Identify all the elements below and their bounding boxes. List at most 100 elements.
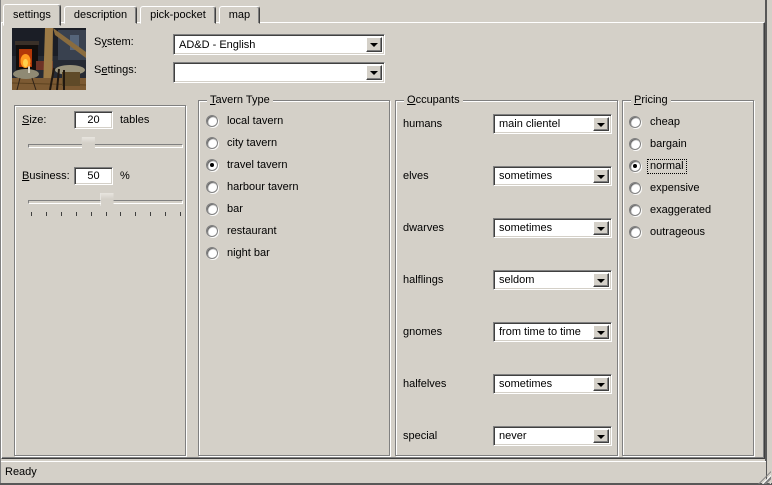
radio-icon (629, 182, 641, 194)
size-groupbox (14, 105, 186, 456)
tavern-type-groupbox-title: Tavern Type (207, 94, 273, 107)
tavern-type-option-label: harbour tavern (227, 180, 299, 193)
slider-tick (135, 212, 137, 216)
slider-tick (165, 212, 167, 216)
settings-combobox[interactable] (173, 62, 385, 83)
tavern-type-option-label: city tavern (227, 136, 278, 149)
status-text: Ready (5, 466, 37, 478)
pricing-option-label: exaggerated (650, 203, 712, 216)
radio-dot-icon (633, 164, 637, 168)
slider-tick (60, 212, 62, 216)
slider-tick (150, 212, 152, 216)
occupant-combobox-value: sometimes (497, 378, 592, 390)
occupant-combobox-value: sometimes (497, 222, 592, 234)
business-unit-label: % (120, 170, 130, 182)
pricing-option-normal[interactable]: normal (629, 158, 687, 174)
slider-tick (180, 212, 181, 216)
occupant-combobox-dropdown-button[interactable] (593, 325, 609, 339)
pricing-option-label: bargain (650, 137, 687, 150)
occupant-combobox-value: never (497, 430, 592, 442)
tavern-type-option-night-bar[interactable]: night bar (206, 245, 272, 261)
occupant-combobox-dropdown-button[interactable] (593, 169, 609, 183)
slider-tick (120, 212, 122, 216)
radio-icon (206, 247, 218, 259)
system-combobox-value: AD&D - English (177, 38, 365, 51)
tab-map[interactable]: map (218, 6, 261, 24)
tab-settings[interactable]: settings (3, 4, 61, 26)
occupant-label-halfelves: halfelves (403, 378, 447, 390)
slider-tick (105, 212, 107, 216)
occupant-combobox-halflings[interactable]: seldom (493, 270, 612, 290)
tavern-type-option-label: night bar (227, 246, 270, 259)
system-label: System: (94, 36, 134, 48)
radio-icon (206, 203, 218, 215)
pricing-groupbox: Pricing (622, 94, 754, 456)
tavern-type-option-travel-tavern[interactable]: travel tavern (206, 157, 290, 173)
occupant-combobox-dropdown-button[interactable] (593, 273, 609, 287)
tab-description[interactable]: description (63, 6, 138, 24)
occupant-combobox-value: main clientel (497, 118, 592, 130)
occupant-combobox-special[interactable]: never (493, 426, 612, 446)
business-label: Business: (22, 170, 70, 182)
radio-dot-icon (210, 163, 214, 167)
settings-combobox-value (177, 66, 365, 79)
tavern-type-option-harbour-tavern[interactable]: harbour tavern (206, 179, 301, 195)
occupant-combobox-dwarves[interactable]: sometimes (493, 218, 612, 238)
chevron-down-icon (370, 71, 378, 75)
occupant-combobox-dropdown-button[interactable] (593, 221, 609, 235)
radio-icon (629, 116, 641, 128)
occupant-combobox-dropdown-button[interactable] (593, 377, 609, 391)
pricing-option-outrageous[interactable]: outrageous (629, 224, 707, 240)
tavern-type-option-bar[interactable]: bar (206, 201, 245, 217)
radio-icon (629, 226, 641, 238)
occupant-label-special: special (403, 430, 438, 442)
pricing-option-expensive[interactable]: expensive (629, 180, 702, 196)
chevron-down-icon (597, 122, 605, 127)
tab-bar: settings description pick-pocket map (3, 2, 263, 26)
system-combobox[interactable]: AD&D - English (173, 34, 385, 55)
radio-icon (629, 138, 641, 150)
tavern-type-option-city-tavern[interactable]: city tavern (206, 135, 279, 151)
tavern-type-option-label: travel tavern (227, 158, 288, 171)
occupant-combobox-halfelves[interactable]: sometimes (493, 374, 612, 394)
window-left-edge (0, 0, 1, 485)
size-slider-track[interactable] (28, 144, 183, 148)
chevron-down-icon (597, 382, 605, 387)
window-right-edge (765, 0, 767, 485)
tavern-type-option-local-tavern[interactable]: local tavern (206, 113, 285, 129)
settings-combobox-dropdown-button[interactable] (366, 65, 382, 80)
radio-icon (206, 225, 218, 237)
radio-icon (206, 159, 218, 171)
radio-icon (629, 204, 641, 216)
tavern-type-option-restaurant[interactable]: restaurant (206, 223, 279, 239)
occupant-label-humans: humans (403, 118, 443, 130)
occupant-combobox-humans[interactable]: main clientel (493, 114, 612, 134)
occupant-combobox-dropdown-button[interactable] (593, 117, 609, 131)
business-input[interactable] (74, 167, 113, 185)
pricing-option-label: cheap (650, 115, 680, 128)
pricing-option-cheap[interactable]: cheap (629, 114, 682, 130)
radio-icon (629, 160, 641, 172)
size-unit-label: tables (120, 114, 150, 126)
pricing-groupbox-title: Pricing (631, 94, 671, 107)
occupant-combobox-elves[interactable]: sometimes (493, 166, 612, 186)
chevron-down-icon (597, 434, 605, 439)
tavern-preview-image (12, 28, 86, 90)
slider-tick (45, 212, 47, 216)
pricing-option-exaggerated[interactable]: exaggerated (629, 202, 713, 218)
pricing-option-label: normal (647, 158, 687, 174)
radio-icon (206, 137, 218, 149)
system-combobox-dropdown-button[interactable] (366, 37, 382, 52)
occupants-groupbox-title: Occupants (404, 94, 463, 107)
size-input[interactable] (74, 111, 113, 129)
slider-tick (31, 212, 32, 216)
pricing-option-bargain[interactable]: bargain (629, 136, 689, 152)
occupant-label-gnomes: gnomes (403, 326, 443, 338)
occupant-combobox-gnomes[interactable]: from time to time (493, 322, 612, 342)
slider-tick (75, 212, 77, 216)
tab-pick-pocket[interactable]: pick-pocket (140, 6, 216, 24)
occupant-combobox-dropdown-button[interactable] (593, 429, 609, 443)
occupant-combobox-value: sometimes (497, 170, 592, 182)
app-window: settings description pick-pocket map Sys… (0, 0, 772, 485)
chevron-down-icon (370, 43, 378, 47)
